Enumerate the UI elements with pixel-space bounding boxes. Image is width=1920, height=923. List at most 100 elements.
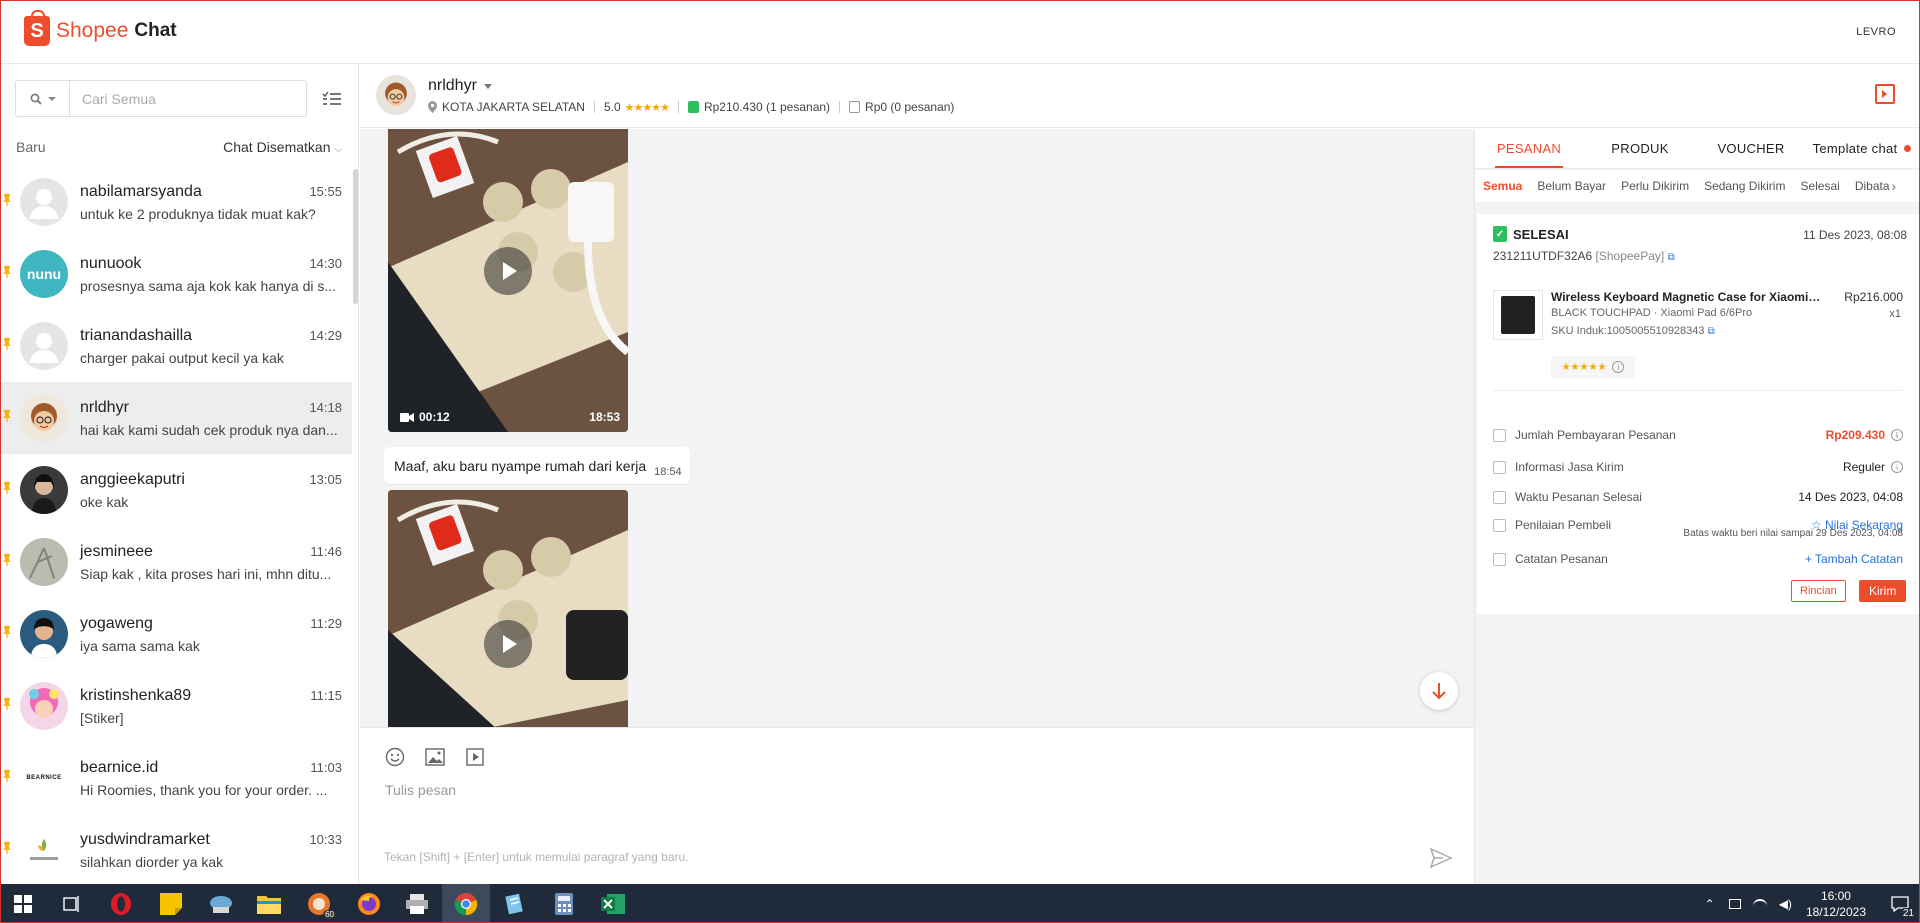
- video-message[interactable]: [388, 490, 628, 727]
- filter-completed[interactable]: Selesai: [1800, 179, 1839, 193]
- firefox-icon[interactable]: [356, 891, 382, 917]
- chevron-right-icon[interactable]: ›: [1891, 178, 1896, 194]
- send-order-button[interactable]: Kirim: [1859, 580, 1907, 602]
- row-label: Jumlah Pembayaran Pesanan: [1515, 428, 1676, 442]
- pin-icon: [3, 698, 11, 710]
- excel-icon[interactable]: [600, 891, 626, 917]
- add-note-link[interactable]: + Tambah Catatan: [1805, 552, 1903, 566]
- conversation-item[interactable]: nabilamarsyanda 15:55 untuk ke 2 produknya…: [0, 166, 352, 238]
- conversation-item[interactable]: kristinshenka89 11:15 [Stiker]: [0, 670, 352, 742]
- conversation-name: kristinshenka89: [80, 686, 192, 704]
- image-icon[interactable]: [424, 746, 446, 768]
- row-label: Catatan Pesanan: [1515, 552, 1608, 566]
- order-note-row: Catatan Pesanan + Tambah Catatan: [1493, 552, 1903, 566]
- play-button[interactable]: [484, 247, 532, 295]
- scroll-to-bottom-button[interactable]: [1420, 672, 1458, 710]
- filter-shipping[interactable]: Sedang Dikirim: [1704, 179, 1785, 193]
- chrome-icon[interactable]: [453, 891, 479, 917]
- message-bubble[interactable]: Maaf, aku baru nyampe rumah dari kerja 1…: [384, 447, 690, 484]
- badge-count: 60: [323, 910, 336, 919]
- filter-to-ship[interactable]: Perlu Dikirim: [1621, 179, 1689, 193]
- tab-vouchers[interactable]: VOUCHER: [1697, 129, 1805, 168]
- network-icon[interactable]: [1752, 898, 1767, 909]
- file-explorer-icon[interactable]: [256, 891, 282, 917]
- external-link-icon[interactable]: ⧉: [1708, 326, 1715, 337]
- conversation-preview: iya sama sama kak: [80, 637, 200, 654]
- conversation-item[interactable]: BEARNICE bearnice.id 11:03 Hi Roomies, tha…: [0, 742, 352, 814]
- avatar: [20, 178, 68, 226]
- chevron-down-icon[interactable]: [484, 84, 492, 89]
- filter-all[interactable]: Semua: [1483, 179, 1522, 193]
- rating-stars: ★★★★★: [1561, 361, 1607, 373]
- shopee-chat-logo[interactable]: S Shopee Chat: [24, 10, 177, 46]
- pinned-chats-dropdown[interactable]: Chat Disematkan ⌵: [223, 139, 342, 155]
- meet-now-icon[interactable]: [1728, 898, 1741, 909]
- tab-orders[interactable]: PESANAN: [1475, 129, 1583, 168]
- conversation-item[interactable]: yogaweng 11:29 iya sama sama kak: [0, 598, 352, 670]
- conversation-item[interactable]: anggieekaputri 13:05 oke kak: [0, 454, 352, 526]
- avatar: nunu: [20, 250, 68, 298]
- order-id[interactable]: 231211UTDF32A6 [ShopeePay] ⧉: [1493, 249, 1675, 263]
- clipboard-icon: [1493, 518, 1506, 532]
- divider: [593, 101, 595, 113]
- volume-icon[interactable]: ◀): [1779, 897, 1792, 911]
- toggle-panel-icon[interactable]: [1875, 84, 1895, 104]
- message-time: 18:54: [654, 465, 682, 478]
- checklist-icon[interactable]: [322, 91, 342, 107]
- conversation-time: 15:55: [309, 184, 342, 199]
- system-clock[interactable]: 16:00 18/12/2023: [1806, 888, 1866, 920]
- conversation-time: 11:15: [310, 688, 342, 703]
- contact-avatar[interactable]: [376, 75, 416, 115]
- printer-app-icon[interactable]: [404, 891, 430, 917]
- conversation-item[interactable]: nunu nunuook 14:30 prosesnya sama aja kok …: [0, 238, 352, 310]
- opera-icon[interactable]: [108, 891, 134, 917]
- video-icon[interactable]: [464, 746, 486, 768]
- notification-icon[interactable]: 21: [1888, 892, 1914, 919]
- order-product[interactable]: Wireless Keyboard Magnetic Case for Xiao…: [1493, 290, 1903, 350]
- windows-start-icon[interactable]: [10, 891, 36, 917]
- emoji-icon[interactable]: [384, 746, 406, 768]
- filter-unpaid[interactable]: Belum Bayar: [1537, 179, 1606, 193]
- external-link-icon[interactable]: ⧉: [1668, 252, 1675, 263]
- calendar-icon: [1493, 490, 1506, 504]
- filter-cancelled[interactable]: Dibata: [1855, 179, 1890, 193]
- conversation-scrollbar[interactable]: [353, 169, 358, 304]
- conversation-name: anggieekaputri: [80, 470, 185, 488]
- app-badge-icon[interactable]: 60: [306, 891, 336, 919]
- app-icon[interactable]: [208, 891, 234, 917]
- calculator-icon[interactable]: [551, 891, 577, 917]
- brand-name: Shopee: [56, 19, 129, 42]
- search-filter-dropdown[interactable]: [16, 81, 70, 116]
- conversation-item[interactable]: yusdwindramarket 10:33 silahkan diorder ya…: [0, 814, 352, 884]
- tab-products[interactable]: PRODUK: [1583, 129, 1697, 168]
- search-input[interactable]: [70, 81, 300, 116]
- chevron-up-icon[interactable]: ⌃: [1705, 897, 1715, 911]
- info-icon[interactable]: i: [1612, 361, 1625, 373]
- message-input[interactable]: Tulis pesan: [385, 782, 456, 798]
- sticky-notes-icon[interactable]: [158, 891, 184, 917]
- conversation-name: trianandashailla: [80, 326, 193, 344]
- message-text: Maaf, aku baru nyampe rumah dari kerja: [394, 457, 647, 474]
- message-area: 00:12 18:53 Maaf, aku baru nyampe rumah …: [360, 129, 1474, 727]
- filter-new[interactable]: Baru: [16, 139, 46, 155]
- spent-icon: [687, 101, 699, 113]
- task-view-icon[interactable]: [58, 891, 84, 917]
- conversation-item-active[interactable]: nrldhyr 14:18 hai kak kami sudah cek produ…: [0, 382, 352, 454]
- conversation-time: 14:30: [309, 256, 342, 271]
- notification-dot: [1904, 145, 1911, 152]
- send-icon[interactable]: [1430, 848, 1452, 868]
- play-button[interactable]: [484, 620, 532, 668]
- notepad-icon[interactable]: [502, 891, 528, 917]
- user-account[interactable]: LEVRO: [1856, 26, 1896, 38]
- video-message[interactable]: 00:12 18:53: [388, 129, 628, 432]
- conversation-item[interactable]: trianandashailla 14:29 charger pakai outpu…: [0, 310, 352, 382]
- info-icon[interactable]: i: [1891, 429, 1903, 441]
- conversation-name: yusdwindramarket: [80, 830, 210, 848]
- contact-name[interactable]: nrldhyr: [428, 77, 477, 95]
- pin-icon: [3, 266, 11, 278]
- info-icon[interactable]: i: [1891, 461, 1903, 473]
- tab-template-chat[interactable]: Template chat: [1805, 129, 1911, 168]
- details-button[interactable]: Rincian: [1791, 580, 1846, 602]
- conversation-preview: prosesnya sama aja kok kak hanya di s...: [80, 277, 337, 294]
- conversation-item[interactable]: jesmineee 11:46 Siap kak , kita proses har…: [0, 526, 352, 598]
